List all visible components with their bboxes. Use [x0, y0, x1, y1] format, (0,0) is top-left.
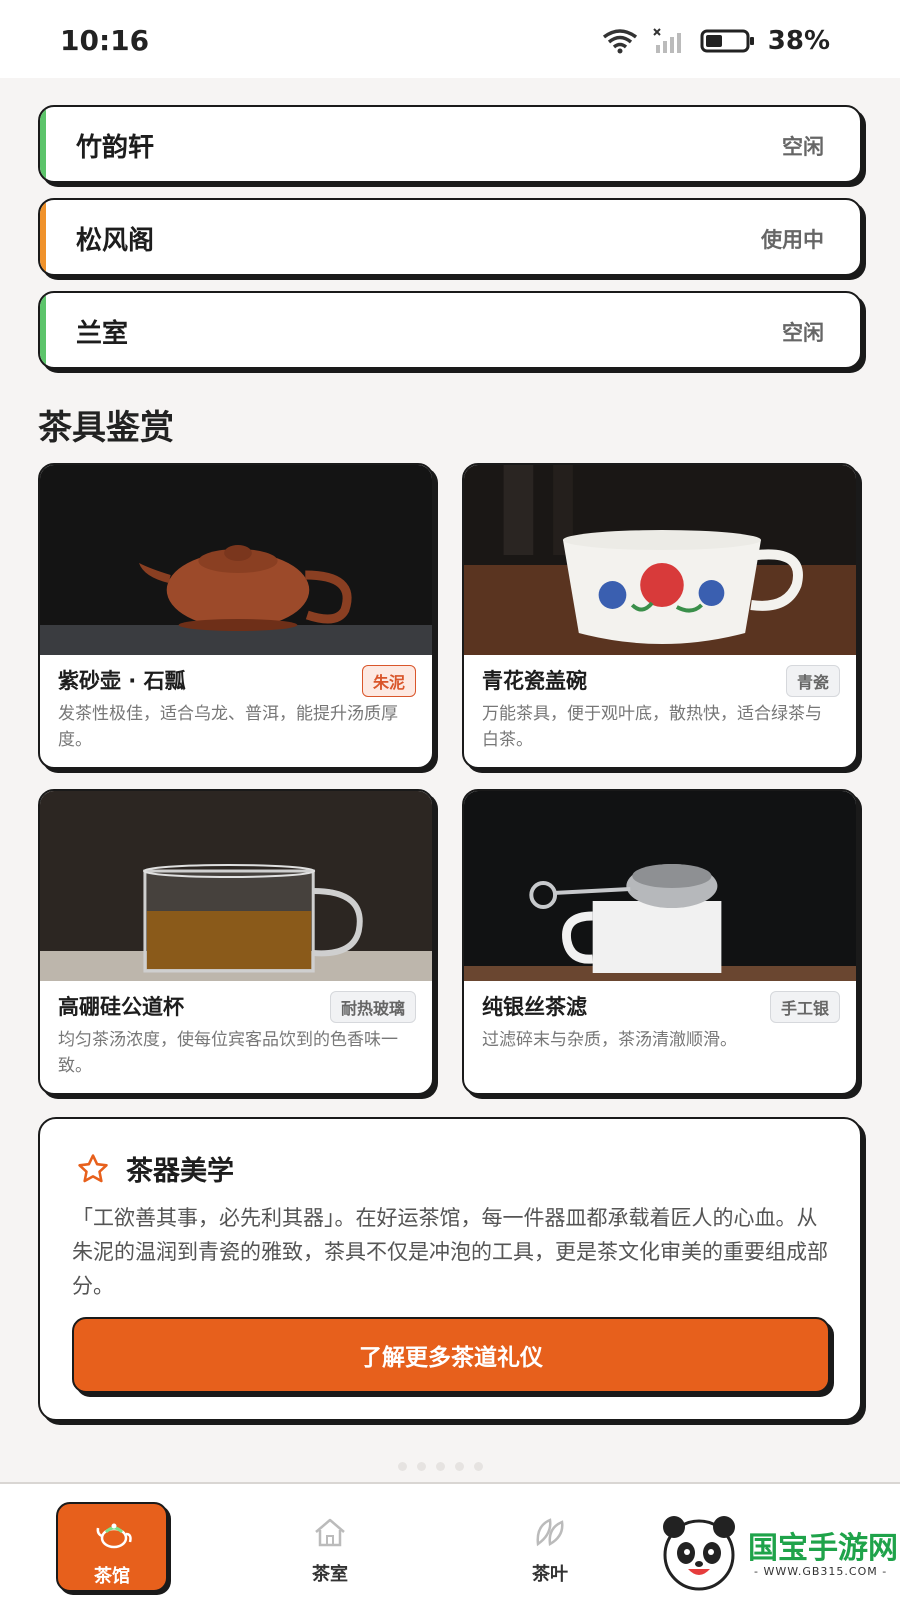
page-dot	[455, 1462, 464, 1471]
porcelain-cup-photo	[464, 465, 856, 655]
learn-etiquette-button[interactable]: 了解更多茶道礼仪	[72, 1317, 830, 1393]
aesthetics-body: 「工欲善其事，必先利其器」。在好运茶馆，每一件器皿都承载着匠人的心血。从朱泥的温…	[72, 1206, 828, 1298]
card-title: 紫砂壶 · 石瓢	[58, 669, 186, 693]
room-status: 空闲	[782, 321, 824, 345]
room-status-accent	[40, 200, 46, 274]
teapot-icon	[96, 1523, 132, 1549]
room-row-zhuyunxuan[interactable]: 竹韵轩 空闲	[38, 105, 862, 183]
page-dot	[417, 1462, 426, 1471]
card-tag: 手工银	[769, 991, 840, 1023]
card-tag: 青瓷	[785, 665, 840, 697]
room-status: 空闲	[782, 135, 824, 159]
aesthetics-title: 茶器美学	[126, 1156, 234, 1187]
home-icon	[315, 1518, 345, 1547]
watermark-url: - WWW.GB315.COM -	[754, 1565, 888, 1578]
card-title: 纯银丝茶滤	[482, 995, 587, 1019]
watermark-name: 国宝手游网	[748, 1523, 898, 1567]
room-row-songfengge[interactable]: 松风阁 使用中	[38, 198, 862, 276]
battery-icon	[700, 29, 754, 53]
wifi-icon	[602, 29, 637, 54]
page-dot	[436, 1462, 445, 1471]
nav-label: 茶室	[312, 1564, 348, 1585]
tea-strainer-photo	[464, 791, 856, 981]
glass-pitcher-photo	[40, 791, 432, 981]
watermark-url-text: WWW.GB315.COM	[763, 1565, 878, 1578]
teaware-aesthetics-panel: 茶器美学 「工欲善其事，必先利其器」。在好运茶馆，每一件器皿都承载着匠人的心血。…	[38, 1117, 862, 1421]
status-time: 10:16	[60, 24, 150, 57]
aesthetics-header: 茶器美学	[76, 1149, 234, 1188]
section-title: 茶具鉴赏	[38, 408, 174, 448]
nav-tab-tearoom[interactable]: 茶室	[274, 1502, 386, 1592]
nav-label: 茶叶	[532, 1564, 568, 1585]
card-tag: 耐热玻璃	[329, 991, 416, 1023]
watermark-logo: 国宝手游网 - WWW.GB315.COM -	[650, 1505, 900, 1600]
card-desc: 万能茶具，便于观叶底，散热快，适合绿茶与白茶。	[482, 704, 822, 750]
card-desc: 均匀茶汤浓度，使每位宾客品饮到的色香味一致。	[58, 1030, 398, 1076]
nav-tab-tealeaf[interactable]: 茶叶	[494, 1502, 606, 1592]
room-status-accent	[40, 107, 46, 181]
card-title: 青花瓷盖碗	[482, 669, 587, 693]
page-dot	[398, 1462, 407, 1471]
room-name: 竹韵轩	[76, 133, 155, 163]
teaware-card-qinghua[interactable]: 青花瓷盖碗 青瓷 万能茶具，便于观叶底，散热快，适合绿茶与白茶。	[462, 463, 858, 769]
watermark-name-text: 国宝手游网	[748, 1531, 898, 1566]
teaware-card-chalv[interactable]: 纯银丝茶滤 手工银 过滤碎末与杂质，茶汤清澈顺滑。	[462, 789, 858, 1095]
battery-percent: 38%	[767, 26, 830, 56]
nav-label: 茶馆	[94, 1566, 130, 1587]
status-icons: 38%	[600, 26, 830, 56]
card-title: 高硼硅公道杯	[58, 995, 184, 1019]
room-status: 使用中	[761, 228, 824, 252]
status-bar: 10:16 38%	[0, 0, 900, 78]
page-dot	[474, 1462, 483, 1471]
room-name: 兰室	[76, 319, 129, 349]
room-row-lanshi[interactable]: 兰室 空闲	[38, 291, 862, 369]
room-name: 松风阁	[76, 226, 155, 256]
card-desc: 发茶性极佳，适合乌龙、普洱，能提升汤质厚度。	[58, 704, 398, 750]
leaf-icon	[536, 1518, 564, 1547]
teaware-card-zisha[interactable]: 紫砂壶 · 石瓢 朱泥 发茶性极佳，适合乌龙、普洱，能提升汤质厚度。	[38, 463, 434, 769]
nav-tab-teahouse[interactable]: 茶馆	[56, 1502, 168, 1592]
teapot-photo	[40, 465, 432, 655]
room-status-accent	[40, 293, 46, 367]
page-indicator	[398, 1462, 483, 1471]
card-tag: 朱泥	[361, 665, 416, 697]
card-desc: 过滤碎末与杂质，茶汤清澈顺滑。	[482, 1030, 737, 1050]
panda-logo-icon	[663, 1516, 735, 1591]
star-icon	[78, 1153, 108, 1182]
teaware-card-gongdaobei[interactable]: 高硼硅公道杯 耐热玻璃 均匀茶汤浓度，使每位宾客品饮到的色香味一致。	[38, 789, 434, 1095]
signal-icon	[653, 28, 681, 53]
